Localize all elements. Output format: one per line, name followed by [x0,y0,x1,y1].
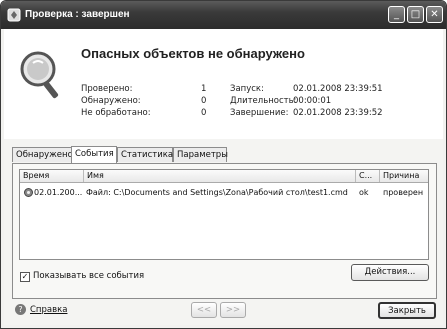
stat-label: Длительность: [230,96,297,106]
next-button[interactable]: >> [220,302,246,318]
stat-label: Не обработано: [81,108,151,118]
maximize-button[interactable]: □ [407,6,424,23]
help-icon[interactable]: ? [15,304,26,315]
info-icon [24,188,33,197]
stat-value: 0 [201,108,207,118]
help-link[interactable]: Справка [30,305,67,315]
event-name: Файл: C:\Documents and Settings\Zona\Раб… [86,188,348,197]
show-all-events-checkbox[interactable]: ✓ [20,272,30,282]
stat-label: Завершение: [230,108,289,118]
close-window-button[interactable]: ✕ [426,6,443,23]
stat-value: 02.01.2008 23:39:51 [293,84,383,94]
tab-statistics[interactable]: Статистика [117,147,173,162]
minimize-button[interactable]: _ [388,6,405,23]
event-status: ok [359,188,369,197]
stat-value: 00:00:01 [293,96,332,106]
previous-button[interactable]: << [191,302,217,318]
app-icon [7,8,21,22]
close-button[interactable]: Закрыть [378,302,436,319]
column-header-reason[interactable]: Причина [380,170,428,182]
event-time: 02.01.200... [34,188,83,197]
result-headline: Опасных объектов не обнаружено [81,46,305,61]
show-all-events-label: Показывать все события [33,271,145,281]
summary-area: Опасных объектов не обнаружено Проверено… [4,29,443,139]
window-title: Проверка : завершен [25,9,130,20]
tab-events[interactable]: События [71,146,117,163]
table-header: Время Имя С... Причина [20,170,428,183]
stat-value: 0 [201,96,207,106]
tab-detected[interactable]: Обнаружено [12,147,73,162]
stat-value: 02.01.2008 23:39:52 [293,108,383,118]
magnifier-icon [20,51,59,99]
scan-window: Проверка : завершен _ □ ✕ Опасных объект… [0,0,447,329]
stat-label: Проверено: [81,84,133,94]
stat-label: Обнаружено: [81,96,141,106]
events-panel: Время Имя С... Причина 02.01.200... Файл… [12,163,437,299]
window-content: Опасных объектов не обнаружено Проверено… [4,29,443,325]
tab-parameters[interactable]: Параметры [173,147,228,162]
event-reason: проверен [383,188,424,197]
title-bar: Проверка : завершен _ □ ✕ [1,1,446,29]
stat-label: Запуск: [230,84,264,94]
stat-value: 1 [201,84,207,94]
column-header-name[interactable]: Имя [84,170,356,182]
column-header-status[interactable]: С... [356,170,380,182]
actions-button[interactable]: Действия... [351,264,429,281]
column-header-time[interactable]: Время [20,170,84,182]
events-table: Время Имя С... Причина 02.01.200... Файл… [19,169,429,260]
